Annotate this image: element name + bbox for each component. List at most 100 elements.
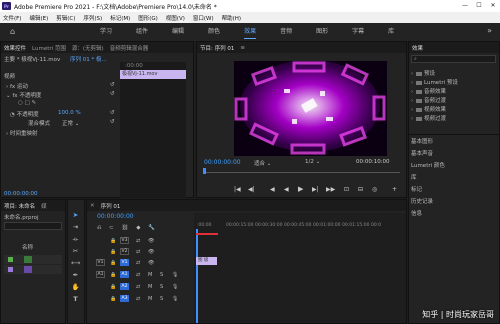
time-remap-row[interactable]: › 时间重映射 xyxy=(6,129,37,137)
go-to-out-button[interactable]: ▶▶ xyxy=(326,186,335,193)
mute-button[interactable]: M xyxy=(148,272,152,278)
ec-current-timecode[interactable]: 00:00:00:00 xyxy=(4,191,38,197)
timeline-track-area[interactable] xyxy=(194,213,406,323)
timeline-sequence-tab[interactable]: 序列 01 xyxy=(101,202,121,210)
effects-folder-lumetri-presets[interactable]: › Lumetri 预设 xyxy=(411,78,458,86)
tab-audio-clip-mixer[interactable]: 音频剪辑混合器 xyxy=(110,44,149,52)
lock-icon[interactable]: 🔒 xyxy=(110,284,116,290)
lock-icon[interactable]: 🔒 xyxy=(110,260,116,266)
panel-markers[interactable]: 标记 xyxy=(411,184,422,196)
hand-tool-icon[interactable]: ✋ xyxy=(71,283,80,292)
ellipse-mask-icon[interactable]: ○ xyxy=(18,100,23,106)
effects-folder-audio-effects[interactable]: › 音频效果 xyxy=(411,87,446,95)
keyframe-nav-icon[interactable]: ↺ xyxy=(110,110,115,116)
pen-tool-icon[interactable]: ✒ xyxy=(71,271,80,280)
step-forward-button[interactable]: ▶| xyxy=(312,186,319,193)
microphone-icon[interactable]: 🎙 xyxy=(172,296,178,302)
effects-folder-video-effects[interactable]: › 视频效果 xyxy=(411,105,446,113)
program-scrub-bar[interactable] xyxy=(204,172,400,173)
solo-button[interactable]: S xyxy=(160,296,163,302)
export-frame-button[interactable]: ◎ xyxy=(372,186,377,193)
panel-lumetri-color[interactable]: Lumetri 颜色 xyxy=(411,160,445,172)
sync-lock-icon[interactable]: ⇄ xyxy=(136,238,140,244)
close-button[interactable]: ✕ xyxy=(486,0,500,12)
add-marker-icon[interactable]: ◆ xyxy=(136,225,140,231)
lock-icon[interactable]: 🔒 xyxy=(110,249,116,255)
effects-folder-video-transitions[interactable]: › 视频过渡 xyxy=(411,114,446,122)
type-tool-icon[interactable]: T xyxy=(71,295,80,304)
sync-lock-icon[interactable]: ⇄ xyxy=(136,260,140,266)
workspace-tab-color[interactable]: 颜色 xyxy=(208,23,220,41)
menu-clip[interactable]: 剪辑(C) xyxy=(56,14,75,22)
snap-icon[interactable]: ⊂ xyxy=(109,225,114,231)
source-clip-label[interactable]: 主要 * 极视Vj-11.mov xyxy=(4,55,60,63)
menu-edit[interactable]: 编辑(E) xyxy=(29,14,48,22)
sync-lock-icon[interactable]: ⇄ xyxy=(136,272,140,278)
project-tab[interactable]: 项目: 未命名 xyxy=(4,202,35,210)
panel-history[interactable]: 历史记录 xyxy=(411,196,433,208)
mute-button[interactable]: M xyxy=(148,284,152,290)
extract-button[interactable]: ⊟ xyxy=(358,186,363,193)
play-button[interactable]: ▶ xyxy=(298,185,303,193)
workspace-tab-audio[interactable]: 音频 xyxy=(280,23,292,41)
menu-marker[interactable]: 标记(M) xyxy=(110,14,130,22)
sync-lock-icon[interactable]: ⇄ xyxy=(136,296,140,302)
project-item-sequence[interactable] xyxy=(4,255,62,264)
track-label-v3[interactable]: V3 xyxy=(120,237,129,244)
menu-help[interactable]: 帮助(H) xyxy=(222,14,241,22)
workspace-tab-captions[interactable]: 字幕 xyxy=(352,23,364,41)
timeline-playhead[interactable] xyxy=(196,229,198,323)
effects-folder-presets[interactable]: › 预设 xyxy=(411,69,435,77)
effects-tab[interactable]: 效果 xyxy=(412,44,423,52)
tab-effect-controls[interactable]: 效果控件 xyxy=(4,44,26,52)
fx-motion-row[interactable]: › fx 运动 xyxy=(6,82,28,90)
lock-icon[interactable]: 🔒 xyxy=(110,238,116,244)
reset-icon[interactable]: ↺ xyxy=(110,82,115,88)
minimize-button[interactable]: — xyxy=(458,0,472,12)
eye-icon[interactable]: 👁 xyxy=(148,249,154,255)
panel-essential-graphics[interactable]: 基本图形 xyxy=(411,136,433,148)
fx-opacity-row[interactable]: ⌄ fx 不透明度 xyxy=(6,91,41,99)
effects-search-input[interactable]: ⌕ xyxy=(411,55,496,63)
track-label-a2[interactable]: A2 xyxy=(120,283,129,290)
microphone-icon[interactable]: 🎙 xyxy=(172,284,178,290)
selection-tool-icon[interactable]: ➤ xyxy=(71,211,80,220)
solo-button[interactable]: S xyxy=(160,272,163,278)
workspace-tab-editing[interactable]: 编辑 xyxy=(172,23,184,41)
nest-toggle-icon[interactable]: ⎌ xyxy=(97,225,101,231)
opacity-value[interactable]: 100.0 % xyxy=(58,110,81,116)
track-label-v2[interactable]: V2 xyxy=(120,248,129,255)
tab-source[interactable]: 源：(无剪辑) xyxy=(72,44,104,52)
linked-selection-icon[interactable]: ⛓ xyxy=(122,225,129,231)
eye-icon[interactable]: 👁 xyxy=(148,260,154,266)
panel-info[interactable]: 信息 xyxy=(411,208,422,220)
mute-button[interactable]: M xyxy=(148,296,152,302)
panel-menu-icon[interactable]: ≡ xyxy=(240,45,245,51)
workspace-tab-assembly[interactable]: 组件 xyxy=(136,23,148,41)
media-browser-tab[interactable]: 媒 xyxy=(41,202,47,210)
project-item-clip[interactable] xyxy=(4,265,62,274)
menu-view[interactable]: 视图(V) xyxy=(166,14,185,22)
pen-mask-icon[interactable]: ✎ xyxy=(32,100,37,106)
go-to-in-button[interactable]: ◀ xyxy=(270,186,275,193)
track-label-v1[interactable]: V1 xyxy=(120,259,129,266)
workspace-tab-effects[interactable]: 效果 xyxy=(244,23,257,41)
menu-file[interactable]: 文件(F) xyxy=(3,14,21,22)
mark-out-button[interactable]: ◀| xyxy=(248,186,255,193)
sync-lock-icon[interactable]: ⇄ xyxy=(136,284,140,290)
name-column-header[interactable]: 名称 xyxy=(22,243,33,251)
timeline-current-timecode[interactable]: 00:00:00:00 xyxy=(97,213,134,220)
home-icon[interactable]: ⌂ xyxy=(10,27,19,36)
workspace-tab-graphics[interactable]: 图形 xyxy=(316,23,328,41)
track-select-tool-icon[interactable]: ⇥ xyxy=(71,223,80,232)
close-icon[interactable]: ✕ xyxy=(90,203,95,209)
sequence-clip-label[interactable]: 序列 01 * 极... xyxy=(70,55,107,63)
slip-tool-icon[interactable]: ⟷ xyxy=(71,259,80,268)
wrench-icon[interactable]: 🔧 xyxy=(148,225,155,231)
panel-libraries[interactable]: 库 xyxy=(411,172,417,184)
eye-icon[interactable]: 👁 xyxy=(148,238,154,244)
source-patch-a1[interactable]: A1 xyxy=(96,271,105,278)
menu-sequence[interactable]: 序列(S) xyxy=(83,14,102,22)
lock-icon[interactable]: 🔒 xyxy=(110,296,116,302)
program-playhead[interactable] xyxy=(203,168,206,174)
